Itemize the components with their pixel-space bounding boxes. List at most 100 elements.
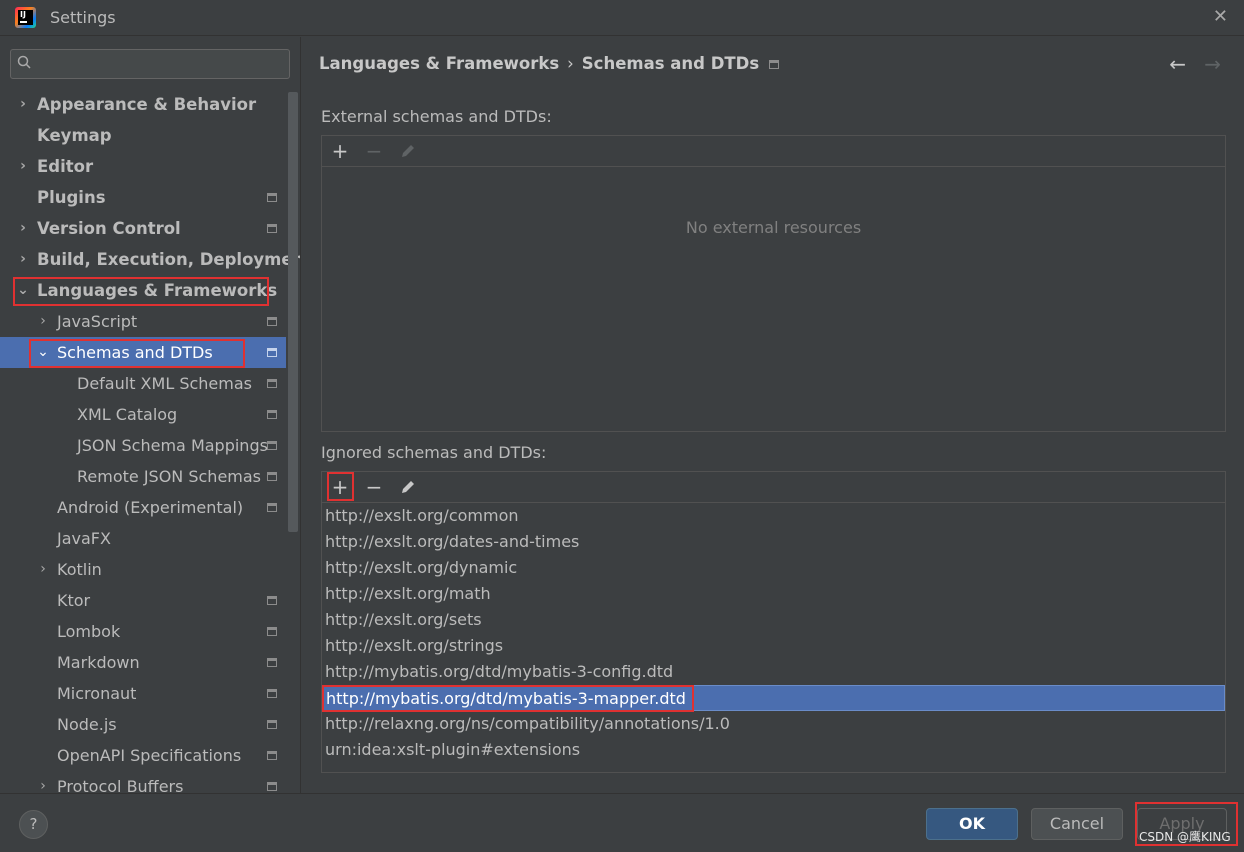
- external-schemas-panel: + − No external resources: [321, 135, 1226, 432]
- sidebar-item-keymap[interactable]: Keymap: [0, 120, 286, 151]
- sidebar-item-label: Ktor: [57, 591, 91, 610]
- sidebar-item-label: Editor: [37, 157, 94, 176]
- list-item[interactable]: http://exslt.org/math: [322, 581, 1225, 607]
- list-item[interactable]: http://exslt.org/common: [322, 503, 1225, 529]
- ok-button[interactable]: OK: [926, 808, 1018, 840]
- empty-state-text: No external resources: [685, 218, 862, 237]
- project-settings-icon: [267, 503, 277, 512]
- project-settings-icon: [267, 472, 277, 481]
- search-input[interactable]: [10, 49, 290, 79]
- breadcrumb-separator: ›: [567, 54, 574, 73]
- sidebar-scrollbar-thumb[interactable]: [288, 92, 298, 532]
- sidebar-item-xml-catalog[interactable]: XML Catalog: [0, 399, 286, 430]
- project-settings-icon: [267, 751, 277, 760]
- project-settings-icon: [267, 441, 277, 450]
- chevron-right-icon[interactable]: ›: [16, 213, 30, 244]
- sidebar-item-android-experimental[interactable]: Android (Experimental): [0, 492, 286, 523]
- sidebar-item-micronaut[interactable]: Micronaut: [0, 678, 286, 709]
- dialog-footer: ? OK Cancel Apply CSDN @鹰KING: [0, 793, 1244, 852]
- breadcrumb-parent[interactable]: Languages & Frameworks: [319, 54, 559, 73]
- sidebar-item-version-control[interactable]: › Version Control: [0, 213, 286, 244]
- list-item[interactable]: urn:idea:xslt-plugin#extensions: [322, 737, 1225, 763]
- add-external-button[interactable]: +: [328, 139, 352, 163]
- highlight-mapper-dtd: [322, 685, 694, 712]
- chevron-right-icon[interactable]: ›: [36, 306, 50, 337]
- sidebar-item-markdown[interactable]: Markdown: [0, 647, 286, 678]
- project-settings-icon: [267, 193, 277, 202]
- breadcrumb-current: Schemas and DTDs: [581, 54, 760, 73]
- sidebar-item-label: Appearance & Behavior: [37, 95, 257, 114]
- sidebar-scrollbar[interactable]: [288, 92, 298, 792]
- sidebar-item-editor[interactable]: › Editor: [0, 151, 286, 182]
- sidebar-item-label: XML Catalog: [77, 405, 178, 424]
- project-settings-icon: [267, 410, 277, 419]
- cancel-button[interactable]: Cancel: [1031, 808, 1123, 840]
- sidebar-item-label: Micronaut: [57, 684, 137, 703]
- sidebar-item-label: Node.js: [57, 715, 117, 734]
- highlight-schemas-dtds: [29, 339, 245, 368]
- edit-external-button: [396, 139, 420, 163]
- chevron-right-icon[interactable]: ›: [16, 244, 30, 275]
- sidebar-item-remote-json-schemas[interactable]: Remote JSON Schemas: [0, 461, 286, 492]
- edit-ignored-button[interactable]: [396, 475, 420, 499]
- project-settings-icon: [267, 658, 277, 667]
- sidebar-item-label: JSON Schema Mappings: [77, 436, 268, 455]
- project-settings-icon: [267, 782, 277, 791]
- sidebar-item-javafx[interactable]: JavaFX: [0, 523, 286, 554]
- list-item[interactable]: http://exslt.org/sets: [322, 607, 1225, 633]
- title-bar: IJ Settings ✕: [0, 0, 1244, 36]
- ignored-schemas-label: Ignored schemas and DTDs:: [321, 443, 547, 462]
- sidebar-item-label: JavaFX: [57, 529, 111, 548]
- project-settings-icon: [267, 627, 277, 636]
- sidebar-item-label: Protocol Buffers: [57, 777, 184, 793]
- sidebar-item-label: Markdown: [57, 653, 140, 672]
- sidebar-item-json-schema-mappings[interactable]: JSON Schema Mappings: [0, 430, 286, 461]
- remove-ignored-button[interactable]: −: [362, 475, 386, 499]
- pencil-icon: [402, 481, 414, 493]
- sidebar-item-protocol-buffers[interactable]: › Protocol Buffers: [0, 771, 286, 793]
- forward-arrow-icon: →: [1204, 52, 1221, 76]
- list-item[interactable]: http://exslt.org/dates-and-times: [322, 529, 1225, 555]
- sidebar-item-default-xml-schemas[interactable]: Default XML Schemas: [0, 368, 286, 399]
- external-toolbar: + −: [322, 136, 1225, 167]
- sidebar-item-openapi-specifications[interactable]: OpenAPI Specifications: [0, 740, 286, 771]
- chevron-right-icon[interactable]: ›: [36, 771, 50, 793]
- settings-sidebar: › Appearance & Behavior Keymap › Editor Plugi…: [0, 37, 300, 793]
- list-item[interactable]: http://exslt.org/strings: [322, 633, 1225, 659]
- back-arrow-icon[interactable]: ←: [1169, 52, 1186, 76]
- remove-external-button: −: [365, 139, 383, 163]
- sidebar-item-build-execution-deployment[interactable]: › Build, Execution, Deployment: [0, 244, 300, 275]
- chevron-right-icon[interactable]: ›: [16, 151, 30, 182]
- sidebar-item-label: Lombok: [57, 622, 121, 641]
- list-item[interactable]: http://mybatis.org/dtd/mybatis-3-config.…: [322, 659, 1225, 685]
- watermark-text: CSDN @鹰KING: [1139, 830, 1231, 844]
- sidebar-item-ktor[interactable]: Ktor: [0, 585, 286, 616]
- sidebar-item-plugins[interactable]: Plugins: [0, 182, 286, 213]
- highlight-add-button: [327, 472, 354, 501]
- close-icon[interactable]: ✕: [1213, 6, 1228, 27]
- ignored-toolbar: + −: [322, 472, 1225, 503]
- sidebar-item-label: Android (Experimental): [57, 498, 244, 517]
- list-item[interactable]: http://exslt.org/dynamic: [322, 555, 1225, 581]
- pencil-icon: [402, 145, 414, 157]
- sidebar-item-node-js[interactable]: Node.js: [0, 709, 286, 740]
- sidebar-item-label: JavaScript: [57, 312, 138, 331]
- sidebar-item-lombok[interactable]: Lombok: [0, 616, 286, 647]
- sidebar-item-javascript[interactable]: › JavaScript: [0, 306, 286, 337]
- sidebar-item-label: Default XML Schemas: [77, 374, 252, 393]
- external-schemas-label: External schemas and DTDs:: [321, 107, 552, 126]
- sidebar-item-kotlin[interactable]: › Kotlin: [0, 554, 286, 585]
- sidebar-item-label: Build, Execution, Deployment: [37, 250, 300, 269]
- help-button[interactable]: ?: [19, 810, 48, 839]
- project-settings-icon: [267, 596, 277, 605]
- project-settings-icon: [267, 689, 277, 698]
- list-item[interactable]: http://relaxng.org/ns/compatibility/anno…: [322, 711, 1225, 737]
- ignored-schemas-list[interactable]: http://exslt.org/common http://exslt.org/…: [322, 503, 1225, 763]
- project-settings-icon: [267, 348, 277, 357]
- sidebar-item-label: OpenAPI Specifications: [57, 746, 242, 765]
- sidebar-item-label: Remote JSON Schemas: [77, 467, 262, 486]
- chevron-right-icon[interactable]: ›: [16, 89, 30, 120]
- project-settings-icon: [267, 720, 277, 729]
- sidebar-item-appearance-behavior[interactable]: › Appearance & Behavior: [0, 89, 286, 120]
- chevron-right-icon[interactable]: ›: [36, 554, 50, 585]
